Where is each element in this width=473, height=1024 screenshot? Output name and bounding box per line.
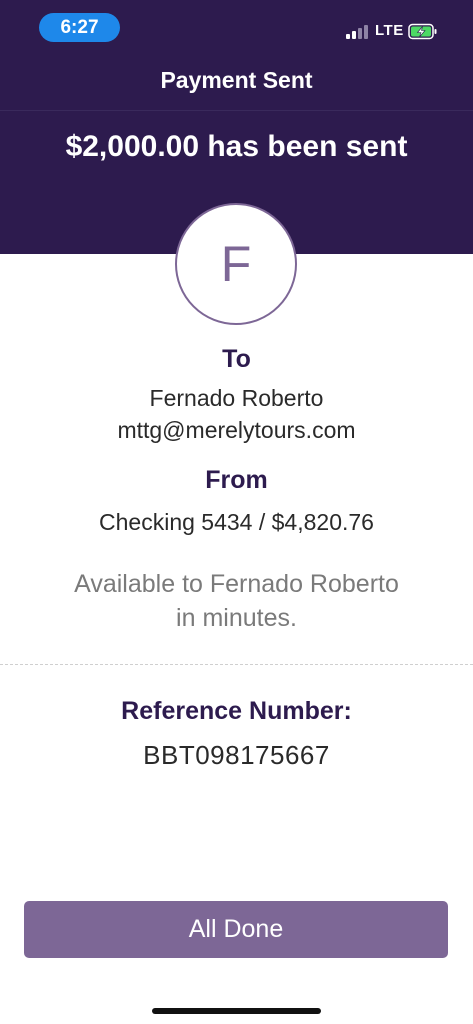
availability-line-2: in minutes. <box>176 604 297 632</box>
source-account: Checking 5434 / $4,820.76 <box>99 509 374 535</box>
from-heading: From <box>205 466 268 494</box>
signal-icon <box>346 25 370 39</box>
all-done-button[interactable]: All Done <box>24 901 448 958</box>
page-title: Payment Sent <box>0 50 473 111</box>
home-indicator[interactable] <box>152 1008 321 1014</box>
network-type: LTE <box>375 22 404 39</box>
recipient-name: Fernado Roberto <box>149 385 324 411</box>
status-time[interactable]: 6:27 <box>39 13 120 42</box>
reference-heading: Reference Number: <box>121 697 352 725</box>
amount-sent-message: $2,000.00 has been sent <box>65 130 408 163</box>
recipient-email: mttg@merelytours.com <box>117 417 356 443</box>
reference-number: BBT098175667 <box>143 740 330 770</box>
recipient-avatar: F <box>175 203 297 325</box>
availability-line-1: Available to Fernado Roberto <box>74 570 399 598</box>
battery-charging-icon <box>408 23 437 40</box>
to-heading: To <box>222 345 251 373</box>
status-bar: 6:27 LTE <box>0 0 473 50</box>
section-divider <box>0 664 473 665</box>
